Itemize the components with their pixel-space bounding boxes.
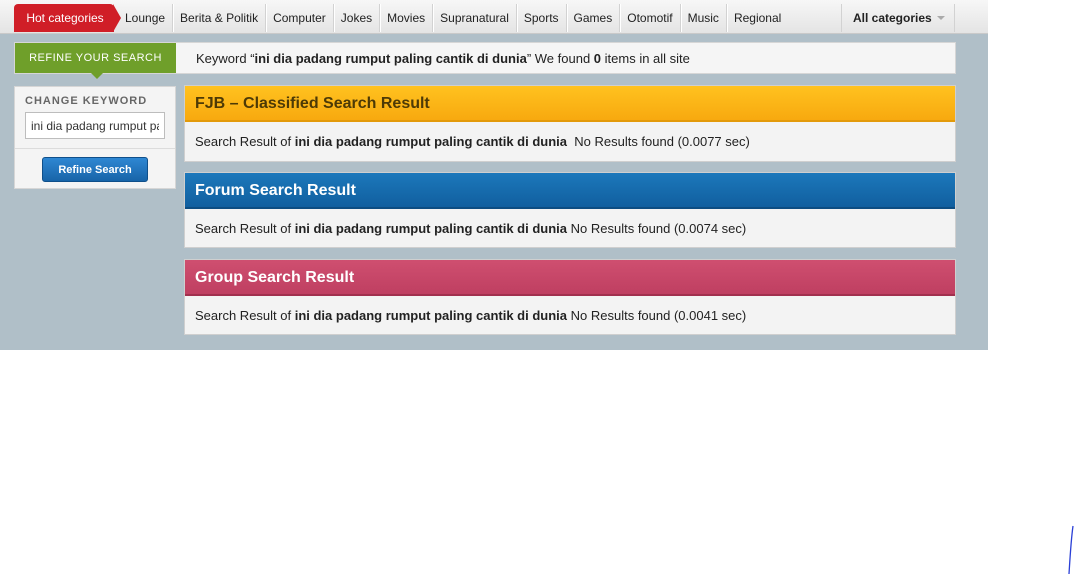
nav-item-lounge[interactable]: Lounge (118, 4, 174, 32)
fjb-panel-title: FJB – Classified Search Result (185, 86, 955, 122)
summary-prefix: Keyword “ (196, 51, 255, 66)
sidebar-divider (15, 148, 175, 149)
nav-item-berita-politik[interactable]: Berita & Politik (173, 4, 267, 32)
all-categories-dropdown[interactable]: All categories (841, 4, 955, 32)
group-prefix: Search Result of (195, 308, 295, 323)
category-navbar: Hot categories Lounge Berita & Politik C… (0, 0, 988, 34)
group-panel-title: Group Search Result (185, 260, 955, 296)
search-summary-text: Keyword “ini dia padang rumput paling ca… (196, 43, 690, 74)
summary-suffix: items in all site (601, 51, 690, 66)
refine-your-search-label: REFINE YOUR SEARCH (15, 43, 176, 79)
hot-categories-tab[interactable]: Hot categories (14, 4, 121, 32)
nav-item-jokes[interactable]: Jokes (334, 4, 381, 32)
nav-item-movies[interactable]: Movies (380, 4, 434, 32)
nav-item-sports[interactable]: Sports (517, 4, 567, 32)
chevron-down-icon (936, 16, 945, 20)
search-summary-bar: REFINE YOUR SEARCH Keyword “ini dia pada… (14, 42, 956, 79)
nav-item-music[interactable]: Music (681, 4, 727, 32)
fjb-result-text: Search Result of ini dia padang rumput p… (185, 122, 955, 161)
forum-result-panel: Forum Search Result Search Result of ini… (184, 172, 956, 248)
fjb-keyword: ini dia padang rumput paling cantik di d… (294, 134, 568, 149)
fjb-prefix: Search Result of (195, 134, 295, 149)
group-keyword: ini dia padang rumput paling cantik di d… (294, 308, 568, 323)
summary-keyword: ini dia padang rumput paling cantik di d… (254, 51, 527, 66)
pen-stroke-mark (1068, 525, 1074, 575)
refine-search-button[interactable]: Refine Search (42, 157, 148, 182)
nav-item-games[interactable]: Games (567, 4, 621, 32)
forum-prefix: Search Result of (195, 221, 295, 236)
keyword-input[interactable] (25, 112, 165, 139)
all-categories-label: All categories (853, 11, 932, 25)
summary-count: 0 (593, 51, 602, 66)
nav-item-regional[interactable]: Regional (727, 4, 788, 32)
group-status: No Results found (0.0041 sec) (567, 308, 747, 323)
category-nav-list: Lounge Berita & Politik Computer Jokes M… (118, 4, 788, 32)
nav-item-computer[interactable]: Computer (266, 4, 334, 32)
group-result-text: Search Result of ini dia padang rumput p… (185, 296, 955, 335)
forum-keyword: ini dia padang rumput paling cantik di d… (294, 221, 568, 236)
summary-mid: ” We found (526, 51, 594, 66)
fjb-status: No Results found (0.0077 sec) (567, 134, 750, 149)
group-result-panel: Group Search Result Search Result of ini… (184, 259, 956, 335)
refine-sidebar: CHANGE KEYWORD Refine Search (14, 86, 176, 189)
fjb-result-panel: FJB – Classified Search Result Search Re… (184, 85, 956, 162)
forum-status: No Results found (0.0074 sec) (567, 221, 747, 236)
forum-result-text: Search Result of ini dia padang rumput p… (185, 209, 955, 248)
change-keyword-label: CHANGE KEYWORD (25, 95, 148, 107)
forum-panel-title: Forum Search Result (185, 173, 955, 209)
nav-item-supranatural[interactable]: Supranatural (433, 4, 517, 32)
nav-item-otomotif[interactable]: Otomotif (620, 4, 681, 32)
